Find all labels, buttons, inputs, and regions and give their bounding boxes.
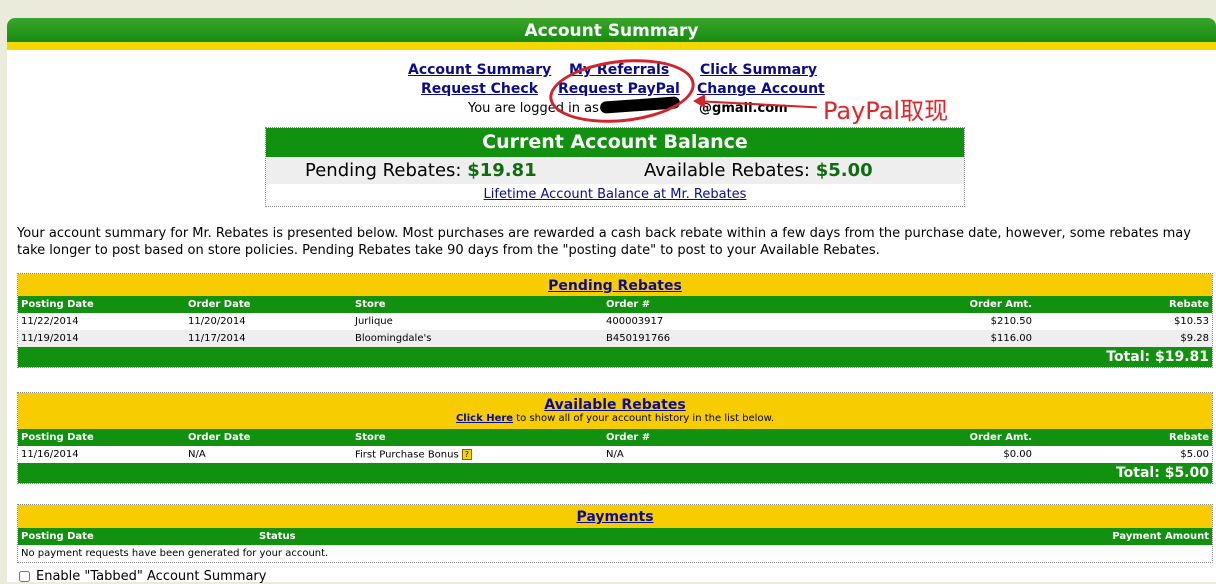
intro-text: Your account summary for Mr. Rebates is …	[17, 226, 1191, 258]
cell-posting-date: 11/19/2014	[18, 330, 185, 347]
col-payment-amount: Payment Amount	[536, 528, 1212, 545]
enable-tabbed-checkbox[interactable]	[19, 571, 30, 582]
cell-order-date: 11/17/2014	[185, 330, 352, 347]
pending-balance: Pending Rebates: $19.81	[305, 160, 537, 181]
available-label: Available Rebates:	[644, 160, 810, 181]
cell-order-amt: $210.50	[990, 316, 1032, 327]
payments-empty: No payment requests have been generated …	[21, 548, 329, 559]
available-balance: Available Rebates: $5.00	[644, 160, 873, 181]
cell-order-date: 11/20/2014	[188, 316, 246, 327]
nav-request-check[interactable]: Request Check	[421, 81, 538, 97]
cell-order-date: N/A	[188, 449, 206, 460]
balance-title: Current Account Balance	[266, 128, 964, 157]
cell-rebate: $10.53	[1174, 316, 1209, 327]
available-table: Posting Date Order Date Store Order # Or…	[18, 429, 1212, 463]
payments-link[interactable]: Payments	[576, 509, 653, 525]
nav-change-account[interactable]: Change Account	[697, 81, 825, 97]
available-rebates-section: Available Rebates Click Here to show all…	[17, 392, 1213, 484]
col-rebate: Rebate	[1035, 429, 1212, 446]
cell-rebate: $9.28	[1035, 330, 1212, 347]
nav-account-summary[interactable]: Account Summary	[408, 62, 551, 78]
payments-header: Payments	[18, 505, 1212, 528]
cell-posting-date: 11/16/2014	[21, 449, 79, 460]
annotation-text: PayPal取现	[823, 97, 949, 125]
available-header: Available Rebates Click Here to show all…	[18, 393, 1212, 429]
cell-order-amt: $0.00	[1003, 449, 1032, 460]
cell-store: Bloomingdale's	[352, 330, 603, 347]
store-name: First Purchase Bonus	[355, 449, 459, 461]
table-row: No payment requests have been generated …	[18, 545, 1212, 562]
lifetime-balance-link[interactable]: Lifetime Account Balance at Mr. Rebates	[266, 187, 964, 202]
table-header-row: Posting Date Order Date Store Order # Or…	[18, 429, 1212, 446]
col-posting-date: Posting Date	[18, 296, 185, 313]
help-icon[interactable]: ?	[461, 448, 472, 460]
available-value: $5.00	[815, 160, 873, 181]
col-store: Store	[352, 296, 603, 313]
cell-store: First Purchase Bonus ?	[352, 446, 603, 463]
payments-section: Payments Posting Date Status Payment Amo…	[17, 504, 1213, 563]
cell-order-amt: $116.00	[809, 330, 1035, 347]
pending-label: Pending Rebates:	[305, 160, 462, 181]
header-bar: Account Summary	[7, 18, 1216, 42]
col-order-date: Order Date	[185, 296, 352, 313]
cell-order-number: 400003917	[606, 316, 664, 327]
col-posting-date: Posting Date	[18, 528, 256, 545]
header-stripe	[7, 42, 1216, 50]
col-order-date: Order Date	[185, 429, 352, 446]
subtitle-text: to show all of your account history in t…	[513, 413, 775, 424]
table-row: 11/22/2014 11/20/2014 Jurlique 400003917…	[18, 313, 1212, 330]
pending-table: Posting Date Order Date Store Order # Or…	[18, 296, 1212, 347]
pending-total: Total: $19.81	[18, 347, 1212, 367]
cell-order-number: N/A	[606, 449, 624, 460]
table-row: 11/16/2014 N/A First Purchase Bonus ? N/…	[18, 446, 1212, 463]
click-here-link[interactable]: Click Here	[456, 413, 513, 424]
balance-row: Pending Rebates: $19.81 Available Rebate…	[266, 157, 964, 184]
available-total: Total: $5.00	[18, 463, 1212, 483]
annotation-arrowhead	[693, 94, 705, 108]
col-order-amt: Order Amt.	[809, 429, 1035, 446]
cell-order-number: B450191766	[603, 330, 809, 347]
pending-header: Pending Rebates	[18, 274, 1212, 296]
pending-value: $19.81	[467, 160, 537, 181]
pending-rebates-link[interactable]: Pending Rebates	[548, 278, 682, 294]
available-rebates-link[interactable]: Available Rebates	[544, 397, 685, 413]
col-order-number: Order #	[603, 429, 809, 446]
col-status: Status	[256, 528, 537, 545]
nav-click-summary[interactable]: Click Summary	[700, 62, 817, 78]
col-posting-date: Posting Date	[18, 429, 185, 446]
balance-box: Current Account Balance Pending Rebates:…	[265, 127, 965, 207]
cell-posting-date: 11/22/2014	[21, 316, 79, 327]
table-row: 11/19/2014 11/17/2014 Bloomingdale's B45…	[18, 330, 1212, 347]
page-title: Account Summary	[524, 21, 699, 41]
col-order-number: Order #	[603, 296, 809, 313]
payments-table: Posting Date Status Payment Amount No pa…	[18, 528, 1212, 562]
cell-store: Jurlique	[355, 316, 393, 327]
col-rebate: Rebate	[1035, 296, 1212, 313]
pending-rebates-section: Pending Rebates Posting Date Order Date …	[17, 273, 1213, 368]
available-subtitle: Click Here to show all of your account h…	[18, 413, 1212, 424]
col-store: Store	[352, 429, 603, 446]
cell-rebate: $5.00	[1180, 449, 1209, 460]
col-order-amt: Order Amt.	[809, 296, 1035, 313]
table-header-row: Posting Date Status Payment Amount	[18, 528, 1212, 545]
table-header-row: Posting Date Order Date Store Order # Or…	[18, 296, 1212, 313]
